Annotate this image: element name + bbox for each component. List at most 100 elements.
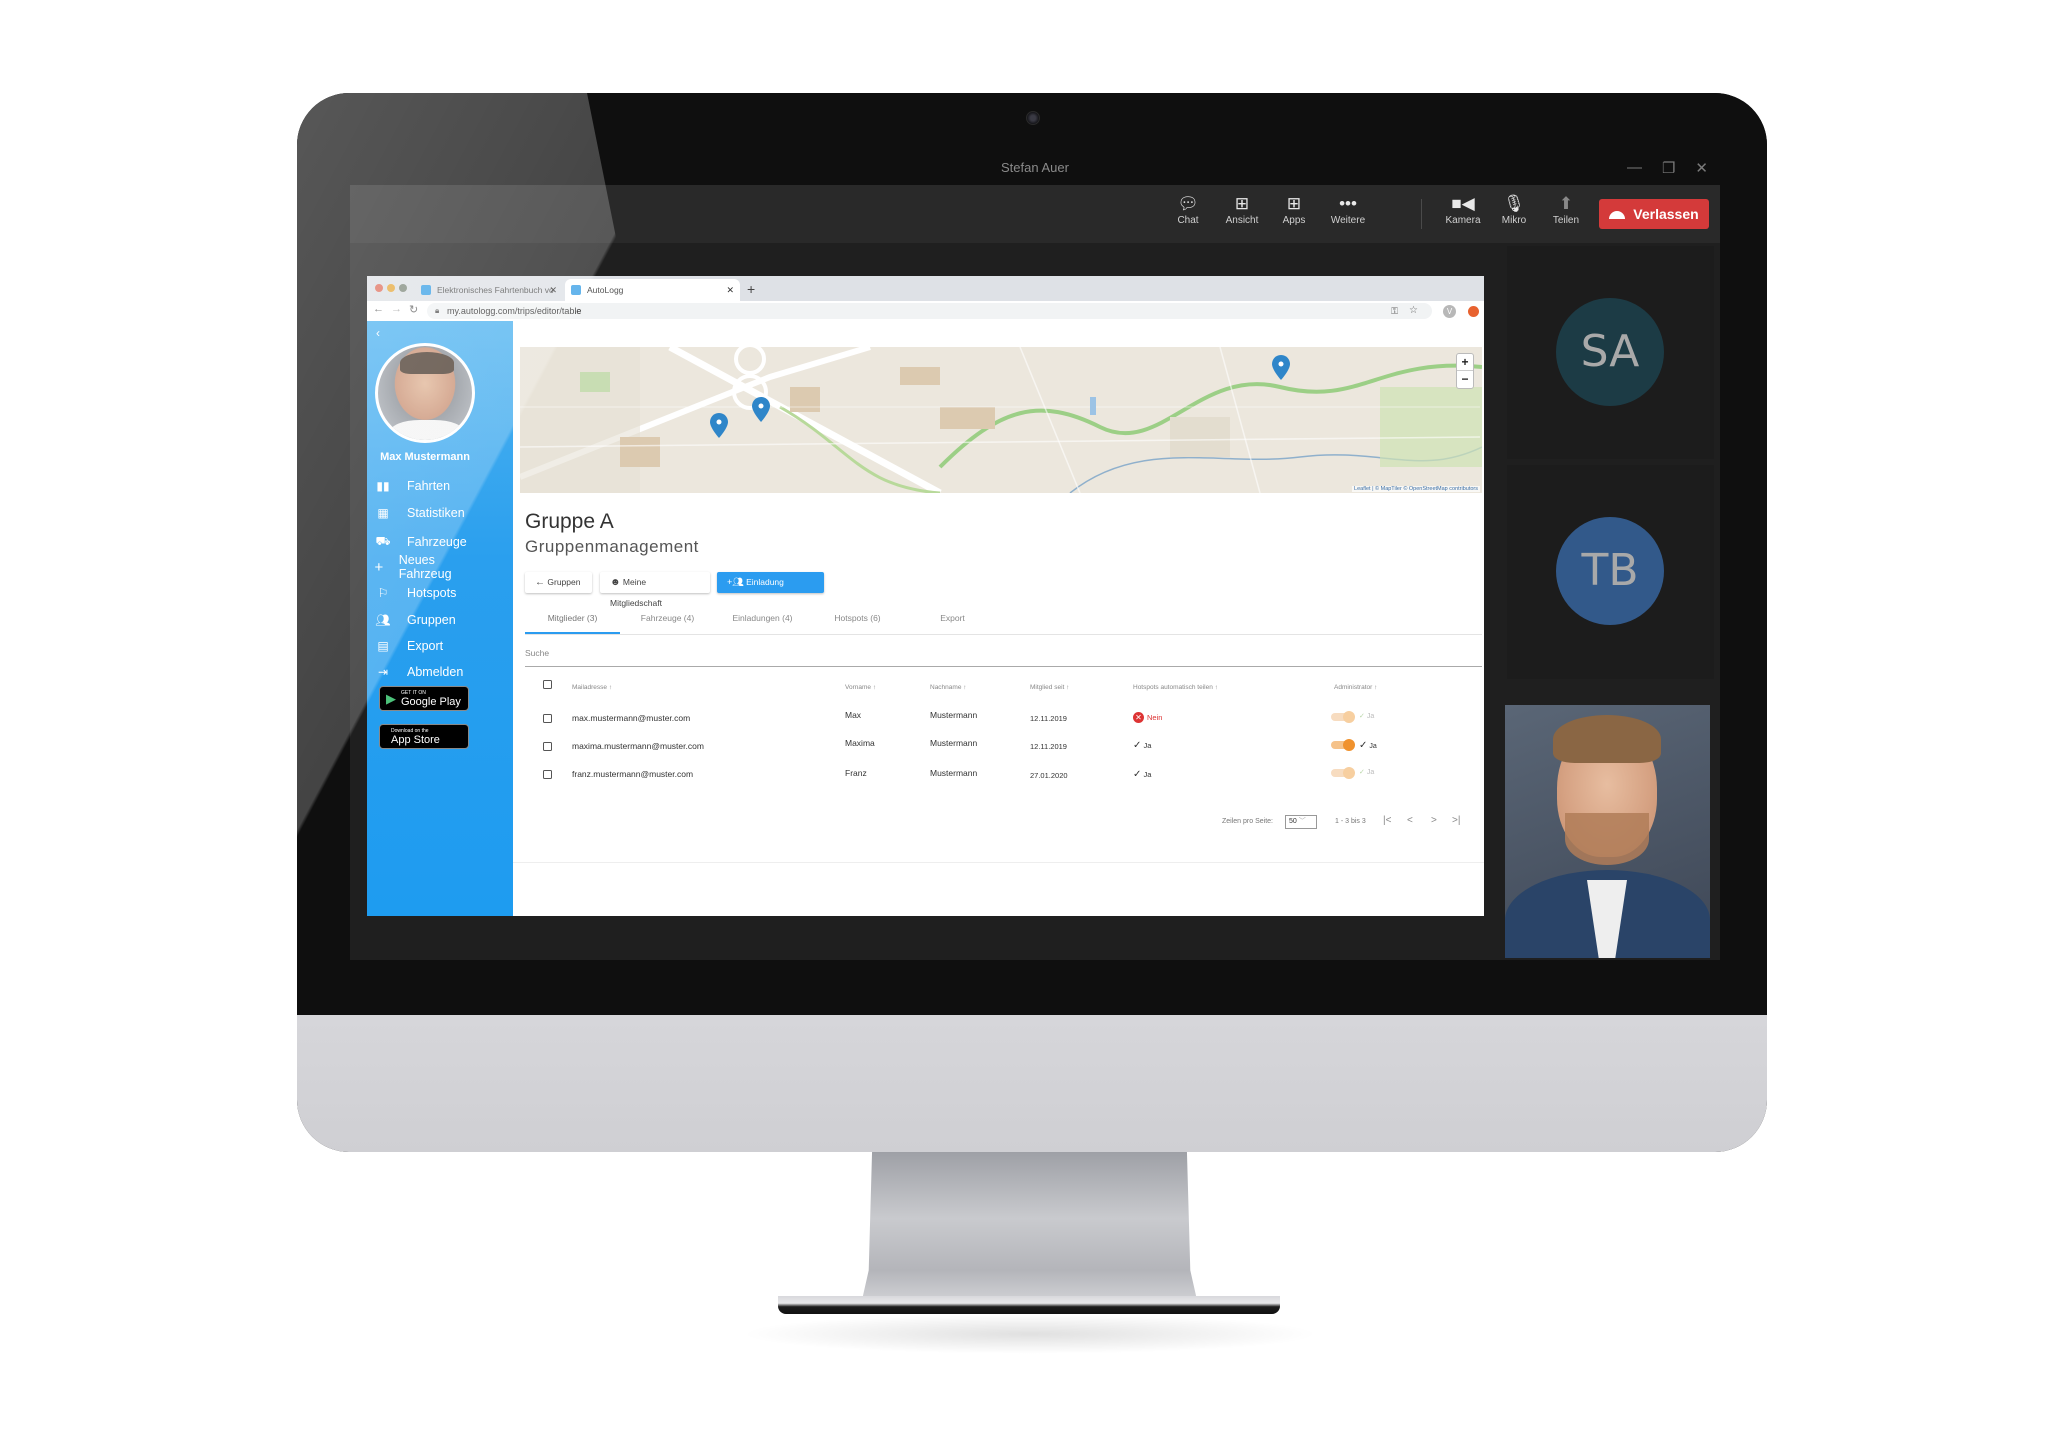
restore-icon[interactable]: ❐ xyxy=(1662,159,1675,177)
browser-tab[interactable]: Elektronisches Fahrtenbuch vo ✕ xyxy=(415,279,563,301)
tab-hotspots[interactable]: Hotspots (6) xyxy=(810,609,905,635)
page-subtitle: Gruppenmanagement xyxy=(525,537,699,556)
hang-up-icon xyxy=(1609,211,1626,220)
bookmark-star-icon[interactable]: ☆ xyxy=(1409,303,1418,319)
column-header-email[interactable]: Mailadresse ↑ xyxy=(572,684,612,691)
next-page-button[interactable]: > xyxy=(1431,815,1437,826)
zoom-in-button[interactable]: + xyxy=(1457,354,1473,371)
app-store-badge[interactable]: Download on the App Store xyxy=(379,724,469,749)
sidebar-item-gruppen[interactable]: 👥︎ Gruppen xyxy=(373,613,455,627)
last-page-button[interactable]: >| xyxy=(1452,815,1460,826)
back-to-groups-button[interactable]: ← Gruppen xyxy=(525,572,592,593)
group-tabs: Mitglieder (3) Fahrzeuge (4) Einladungen… xyxy=(525,609,1482,635)
first-page-button[interactable]: |< xyxy=(1383,815,1391,826)
meeting-toolbar: 💬︎ Chat ⊞ Ansicht ⊞ Apps ••• Weitere ■◀ … xyxy=(350,185,1720,243)
toolbar-divider xyxy=(1421,199,1422,229)
sidebar-item-hotspots[interactable]: ⚐ Hotspots xyxy=(373,586,457,600)
membership-icon: ☻ xyxy=(610,577,621,588)
cell-member-since: 27.01.2020 xyxy=(1030,771,1068,780)
column-header-first-name[interactable]: Vorname ↑ xyxy=(845,684,876,691)
monitor-stand-base xyxy=(778,1296,1280,1314)
sidebar-item-neues-fahrzeug[interactable]: + Neues Fahrzeug xyxy=(373,553,453,581)
sidebar-item-export[interactable]: ▤ Export xyxy=(373,639,443,653)
camera-button[interactable]: ■◀ Kamera xyxy=(1437,193,1489,226)
google-play-badge[interactable]: ▶ GET IT ON Google Play xyxy=(379,686,469,711)
content-divider xyxy=(513,862,1484,863)
row-checkbox[interactable] xyxy=(543,714,552,723)
microphone-button[interactable]: 🎙︎ Mikro xyxy=(1488,193,1540,226)
sidebar-item-statistiken[interactable]: ▦ Statistiken xyxy=(373,506,464,520)
new-tab-button[interactable]: + xyxy=(747,279,755,299)
logout-icon: ⇥ xyxy=(377,665,389,679)
error-x-icon: ✕ xyxy=(1133,712,1144,723)
microphone-icon: 🎙︎ xyxy=(1503,194,1525,213)
create-invitation-button[interactable]: +👥︎ Einladung erstellen xyxy=(717,572,824,608)
tab-fahrzeuge[interactable]: Fahrzeuge (4) xyxy=(620,609,715,635)
column-header-share-hotspots[interactable]: Hotspots automatisch teilen ↑ xyxy=(1133,684,1218,691)
check-icon: ✓ xyxy=(1359,769,1365,776)
participant-tile-sa[interactable]: SA xyxy=(1507,246,1714,459)
my-membership-button[interactable]: ☻ Meine Mitgliedschaft xyxy=(600,572,710,608)
row-checkbox[interactable] xyxy=(543,770,552,779)
collapse-sidebar-icon[interactable]: ‹ xyxy=(376,326,380,340)
search-input[interactable]: Suche xyxy=(525,648,549,658)
map-attribution[interactable]: Leaflet | © MapTiler © OpenStreetMap con… xyxy=(1352,486,1480,492)
previous-page-button[interactable]: < xyxy=(1407,815,1413,826)
page-title: Gruppe A xyxy=(525,510,614,533)
view-button[interactable]: ⊞ Ansicht xyxy=(1216,193,1268,226)
back-arrow-icon[interactable]: ← xyxy=(373,303,384,315)
cell-member-since: 12.11.2019 xyxy=(1030,714,1067,723)
column-header-member-since[interactable]: Mitglied seit ↑ xyxy=(1030,684,1069,691)
close-icon[interactable]: ✕ xyxy=(1695,159,1708,177)
cell-admin: ✓ Ja xyxy=(1359,713,1375,720)
reload-icon[interactable]: ↻ xyxy=(409,303,418,316)
cell-email: franz.mustermann@muster.com xyxy=(572,769,694,779)
address-bar[interactable]: 🔒︎ my.autologg.com/trips/editor/table ⚿ … xyxy=(427,303,1432,319)
more-button[interactable]: ••• Weitere xyxy=(1322,193,1374,226)
maximize-window-dot[interactable] xyxy=(399,284,407,292)
participant-video-tile[interactable] xyxy=(1505,705,1710,958)
browser-tab-active[interactable]: AutoLogg ✕ xyxy=(565,279,740,301)
user-name: Max Mustermann xyxy=(380,451,470,463)
tab-close-icon[interactable]: ✕ xyxy=(549,279,557,301)
minimize-icon[interactable]: — xyxy=(1627,159,1642,176)
sidebar-item-fahrten[interactable]: ▮▮ Fahrten xyxy=(373,479,450,493)
tab-einladungen[interactable]: Einladungen (4) xyxy=(715,609,810,635)
apps-button[interactable]: ⊞ Apps xyxy=(1268,193,1320,226)
plus-icon: + xyxy=(374,558,384,576)
participant-avatar: TB xyxy=(1556,517,1664,625)
tab-close-icon[interactable]: ✕ xyxy=(726,279,734,301)
shared-browser-window: Elektronisches Fahrtenbuch vo ✕ AutoLogg… xyxy=(367,276,1484,916)
check-icon: ✓ xyxy=(1133,769,1142,780)
zoom-out-button[interactable]: − xyxy=(1457,371,1473,388)
participant-tile-tb[interactable]: TB xyxy=(1507,465,1714,679)
map[interactable]: + − Leaflet | © MapTiler © OpenStreetMap… xyxy=(520,347,1482,493)
select-all-checkbox[interactable] xyxy=(543,680,552,689)
extension-icon[interactable] xyxy=(1468,306,1479,317)
camera-icon: ■◀ xyxy=(1451,194,1475,213)
column-header-administrator[interactable]: Administrator ↑ xyxy=(1334,684,1377,691)
browser-tab-bar: Elektronisches Fahrtenbuch vo ✕ AutoLogg… xyxy=(367,276,1484,301)
minimize-window-dot[interactable] xyxy=(387,284,395,292)
admin-toggle[interactable] xyxy=(1331,767,1355,779)
tab-export[interactable]: Export xyxy=(905,609,1000,635)
rows-per-page-select[interactable]: 50 ﹀ xyxy=(1285,815,1317,829)
row-checkbox[interactable] xyxy=(543,742,552,751)
key-icon[interactable]: ⚿ xyxy=(1391,303,1398,319)
flag-icon: ⚐ xyxy=(377,586,389,600)
check-icon: ✓ xyxy=(1359,740,1368,751)
chat-button[interactable]: 💬︎ Chat xyxy=(1162,193,1214,226)
share-button[interactable]: ⬆ Teilen xyxy=(1540,193,1592,226)
sidebar-item-abmelden[interactable]: ⇥ Abmelden xyxy=(373,665,463,679)
column-header-last-name[interactable]: Nachname ↑ xyxy=(930,684,967,691)
forward-arrow-icon[interactable]: → xyxy=(391,303,402,315)
avatar-shirt xyxy=(390,420,464,440)
cell-share-hotspots: ✓ Ja xyxy=(1133,740,1152,751)
close-window-dot[interactable] xyxy=(375,284,383,292)
sidebar-item-fahrzeuge[interactable]: ⛟ Fahrzeuge xyxy=(373,534,466,550)
admin-toggle[interactable] xyxy=(1331,711,1355,723)
admin-toggle[interactable] xyxy=(1331,739,1355,751)
avatar-hair xyxy=(400,352,454,374)
profile-avatar[interactable]: V xyxy=(1443,305,1456,318)
leave-button[interactable]: Verlassen xyxy=(1599,199,1709,229)
